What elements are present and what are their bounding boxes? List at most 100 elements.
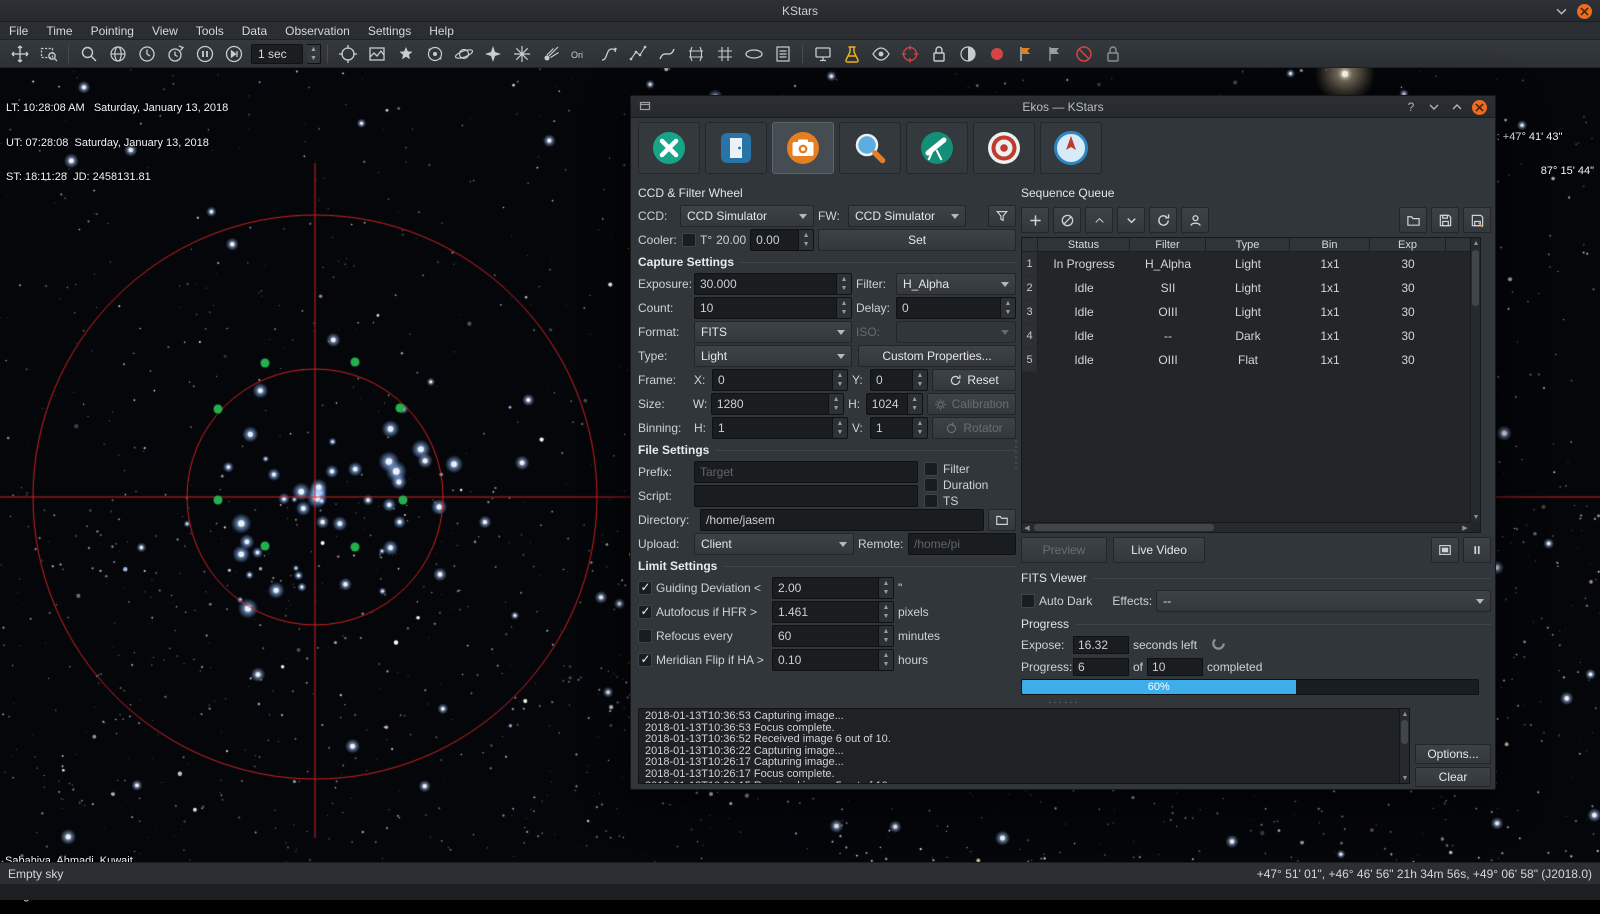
spinner-arrows[interactable]: ▲▼ [878,602,893,622]
menu-help[interactable]: Help [420,22,463,40]
record-icon[interactable] [983,42,1010,66]
table-vertical-scrollbar[interactable]: ▲▼ [1470,238,1480,522]
reset-queue-button[interactable] [1149,207,1177,233]
spinner-arrows[interactable]: ▲▼ [836,274,851,294]
equatorial-grid-icon[interactable] [682,42,709,66]
menu-observation[interactable]: Observation [276,22,359,40]
table-row[interactable]: 2 Idle SII Light 1x1 30 [1022,276,1480,300]
prefix-input[interactable]: Target [694,461,918,483]
table-row[interactable]: 5 Idle OIII Flat 1x1 30 [1022,348,1480,372]
advance-time-icon[interactable] [220,42,247,66]
save-sequence-button[interactable] [1431,207,1459,233]
ts-suffix-checkbox[interactable] [924,494,938,508]
set-time-icon[interactable] [133,42,160,66]
deep-sky-objects-icon[interactable] [421,42,448,66]
filter-select[interactable]: H_Alpha [896,273,1016,295]
upload-select[interactable]: Client [694,533,854,555]
alerts-off-icon[interactable] [1070,42,1097,66]
solar-system-icon[interactable] [450,42,477,66]
open-sequence-button[interactable] [1399,207,1427,233]
format-select[interactable]: FITS [694,321,852,343]
ekos-titlebar[interactable]: Ekos — KStars ? [631,96,1495,118]
add-job-button[interactable] [1021,207,1049,233]
refocus-every-input[interactable]: 60▲▼ [772,625,894,647]
time-step-spinner[interactable]: ▲▼ [307,44,321,64]
move-job-up-button[interactable] [1085,207,1113,233]
menu-time[interactable]: Time [37,22,81,40]
count-input[interactable]: 10▲▼ [694,297,852,319]
time-step-input[interactable]: 1 sec [251,44,303,64]
table-row[interactable]: 4 Idle -- Dark 1x1 30 [1022,324,1480,348]
reset-frame-button[interactable]: Reset [932,369,1016,391]
ccd-select[interactable]: CCD Simulator [680,205,814,227]
ekos-icon[interactable] [838,42,865,66]
refocus-every-checkbox[interactable] [638,629,652,643]
spinner-arrows[interactable]: ▲▼ [832,370,847,390]
spinner-arrows[interactable]: ▲▼ [907,394,922,414]
frame-y-input[interactable]: 0▲▼ [870,369,928,391]
spinner-arrows[interactable]: ▲▼ [912,370,927,390]
size-w-input[interactable]: 1280▲▼ [711,393,844,415]
maximize-icon[interactable] [1449,99,1465,115]
spinner-arrows[interactable]: ▲▼ [828,394,843,414]
menu-file[interactable]: File [0,22,37,40]
select-observer-button[interactable] [1181,207,1209,233]
filter-suffix-checkbox[interactable] [924,462,938,476]
supernovae-icon[interactable] [508,42,535,66]
constellation-art-icon[interactable] [595,42,622,66]
close-icon[interactable] [1577,4,1592,19]
minimize-icon[interactable] [1553,3,1569,19]
spinner-arrows[interactable]: ▲▼ [1000,298,1015,318]
table-horizontal-scrollbar[interactable]: ◀▶ [1022,522,1470,532]
bin-v-input[interactable]: 1▲▼ [870,417,928,439]
spinner-arrows[interactable]: ▲▼ [878,650,893,670]
auto-dark-checkbox[interactable] [1021,594,1035,608]
sequence-queue-table[interactable]: Status Filter Type Bin Exp 1 In Progress… [1021,237,1481,533]
bright-stars-icon[interactable] [479,42,506,66]
guiding-deviation-checkbox[interactable] [638,581,652,595]
menu-settings[interactable]: Settings [359,22,420,40]
menu-data[interactable]: Data [233,22,276,40]
indi-control-panel-icon[interactable] [809,42,836,66]
fw-select[interactable]: CCD Simulator [848,205,966,227]
horizon-icon[interactable] [740,42,767,66]
menu-pointing[interactable]: Pointing [82,22,143,40]
tab-focus[interactable] [839,122,901,174]
show-fits-button[interactable] [1431,537,1459,563]
move-job-down-button[interactable] [1117,207,1145,233]
sky-chart-icon[interactable] [363,42,390,66]
ecliptic-icon[interactable] [653,42,680,66]
spinner-arrows[interactable]: ▲▼ [912,418,927,438]
spinner-arrows[interactable]: ▲▼ [798,230,813,250]
fov-symbol-icon[interactable] [896,42,923,66]
remove-job-button[interactable] [1053,207,1081,233]
menu-tools[interactable]: Tools [187,22,233,40]
pause-sequence-button[interactable] [1463,537,1491,563]
clear-log-button[interactable]: Clear [1415,767,1491,787]
exposure-input[interactable]: 30.000▲▼ [694,273,852,295]
log-scrollbar[interactable]: ▲▼ [1399,709,1409,783]
meridian-flip-input[interactable]: 0.10▲▼ [772,649,894,671]
menu-view[interactable]: View [143,22,187,40]
guiding-deviation-input[interactable]: 2.00▲▼ [772,577,894,599]
bin-h-input[interactable]: 1▲▼ [712,417,848,439]
spinner-arrows[interactable]: ▲▼ [878,578,893,598]
autofocus-hfr-checkbox[interactable] [638,605,652,619]
tab-align[interactable] [1040,122,1102,174]
comets-icon[interactable] [537,42,564,66]
script-input[interactable] [694,485,918,507]
pause-simulation-icon[interactable] [191,42,218,66]
window-menu-icon[interactable] [639,100,651,115]
filter-manager-button[interactable] [988,205,1016,227]
effects-select[interactable]: -- [1156,590,1491,612]
table-row[interactable]: 1 In Progress H_Alpha Light 1x1 30 [1022,252,1480,276]
horizontal-grid-icon[interactable] [711,42,738,66]
flag-orange-icon[interactable] [1012,42,1039,66]
cooler-checkbox[interactable] [682,233,696,247]
size-h-input[interactable]: 1024▲▼ [866,393,923,415]
directory-input[interactable]: /home/jasem [700,509,984,531]
options-button[interactable]: Options... [1415,744,1491,764]
vertical-splitter[interactable]: ······ [1012,396,1020,516]
spinner-arrows[interactable]: ▲▼ [836,298,851,318]
lock-secondary-icon[interactable] [1099,42,1126,66]
